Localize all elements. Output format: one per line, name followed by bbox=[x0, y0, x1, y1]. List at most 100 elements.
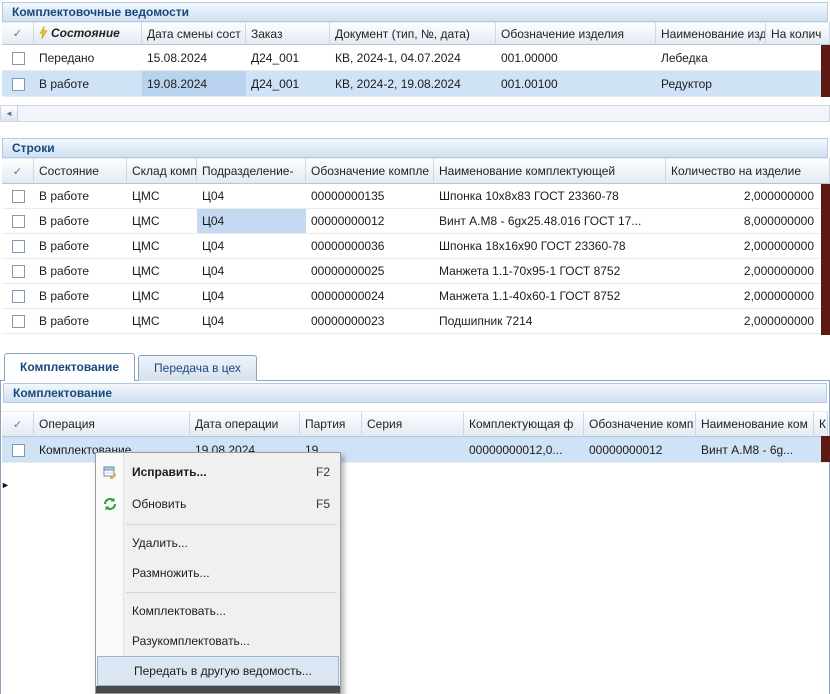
col-component-code[interactable]: Обозначение компле bbox=[306, 158, 434, 184]
cell-state[interactable]: Передано bbox=[34, 45, 142, 71]
cell-date-focused[interactable]: 19.08.2024 bbox=[142, 71, 246, 97]
cell-warehouse[interactable]: ЦМС bbox=[127, 309, 197, 334]
col-quantity-clipped[interactable]: На колич bbox=[766, 22, 830, 45]
menu-item-duplicate[interactable]: Размножить... bbox=[96, 558, 340, 588]
cell-department[interactable]: Ц04 bbox=[197, 309, 306, 334]
tab-komplektovanie[interactable]: Комплектование bbox=[4, 353, 135, 381]
col-operation[interactable]: Операция bbox=[34, 411, 190, 437]
col-state-change-date[interactable]: Дата смены сост bbox=[142, 22, 246, 45]
cell-state[interactable]: В работе bbox=[34, 259, 127, 284]
cell-product-name[interactable]: Редуктор bbox=[656, 71, 766, 97]
cell-order[interactable]: Д24_001 bbox=[246, 45, 330, 71]
cell-order[interactable]: Д24_001 bbox=[246, 71, 330, 97]
cell-component-code[interactable]: 00000000025 bbox=[306, 259, 434, 284]
col-series[interactable]: Серия bbox=[362, 411, 464, 437]
cell-warehouse[interactable]: ЦМС bbox=[127, 259, 197, 284]
cell-qty[interactable]: 2,000000000 bbox=[666, 259, 830, 284]
cell-state[interactable]: В работе bbox=[34, 284, 127, 309]
vedomost-row[interactable]: Передано 15.08.2024 Д24_001 КВ, 2024-1, … bbox=[2, 45, 830, 71]
cell-component-code[interactable]: 00000000036 bbox=[306, 234, 434, 259]
cell-warehouse[interactable]: ЦМС bbox=[127, 234, 197, 259]
cell-product-name[interactable]: Лебедка bbox=[656, 45, 766, 71]
stroka-row[interactable]: В работе ЦМС Ц04 00000000024 Манжета 1.1… bbox=[2, 284, 830, 309]
cell-component-code[interactable]: 00000000135 bbox=[306, 184, 434, 209]
cell-component-name[interactable]: Винт А.М8 - 6g... bbox=[696, 437, 814, 463]
cell-qty[interactable]: 2,000000000 bbox=[666, 284, 830, 309]
stroka-row[interactable]: В работе ЦМС Ц04 00000000023 Подшипник 7… bbox=[2, 309, 830, 334]
col-component-code[interactable]: Обозначение комп bbox=[584, 411, 696, 437]
cell-qty[interactable]: 8,000000000 bbox=[666, 209, 830, 234]
cell-component-name[interactable]: Манжета 1.1-40x60-1 ГОСТ 8752 bbox=[434, 284, 666, 309]
cell-date[interactable]: 15.08.2024 bbox=[142, 45, 246, 71]
cell-series[interactable] bbox=[362, 437, 464, 463]
cell-qty[interactable]: 2,000000000 bbox=[666, 184, 830, 209]
col-component-name[interactable]: Наименование ком bbox=[696, 411, 814, 437]
row-checkbox[interactable] bbox=[12, 190, 25, 203]
cell-component-fact[interactable]: 00000000012,0... bbox=[464, 437, 584, 463]
menu-item-komplektovat[interactable]: Комплектовать... bbox=[96, 596, 340, 626]
cell-qty[interactable]: 2,000000000 bbox=[666, 234, 830, 259]
cell-component-code[interactable]: 00000000023 bbox=[306, 309, 434, 334]
cell-state[interactable]: В работе bbox=[34, 309, 127, 334]
cell-warehouse[interactable]: ЦМС bbox=[127, 209, 197, 234]
scroll-left-button[interactable]: ◄ bbox=[1, 106, 18, 121]
row-checkbox[interactable] bbox=[12, 240, 25, 253]
tab-peredacha-v-tseh[interactable]: Передача в цех bbox=[138, 355, 257, 381]
cell-component-name[interactable]: Винт А.М8 - 6gx25.48.016 ГОСТ 17... bbox=[434, 209, 666, 234]
menu-item-delete[interactable]: Удалить... bbox=[96, 528, 340, 558]
stroka-row-current[interactable]: В работе ЦМС Ц04 00000000012 Винт А.М8 -… bbox=[2, 209, 830, 234]
menu-item-razukomplektovat[interactable]: Разукомплектовать... bbox=[96, 626, 340, 656]
col-department[interactable]: Подразделение- bbox=[197, 158, 306, 184]
cell-component-name[interactable]: Шпонка 18x16x90 ГОСТ 23360-78 bbox=[434, 234, 666, 259]
row-checkbox[interactable] bbox=[12, 444, 25, 457]
col-document[interactable]: Документ (тип, №, дата) bbox=[330, 22, 496, 45]
select-all-header[interactable]: ✓ bbox=[2, 411, 34, 437]
row-checkbox[interactable] bbox=[12, 52, 25, 65]
cell-product-code[interactable]: 001.00100 bbox=[496, 71, 656, 97]
stroka-row[interactable]: В работе ЦМС Ц04 00000000135 Шпонка 10x8… bbox=[2, 184, 830, 209]
col-product-name[interactable]: Наименование изд bbox=[656, 22, 766, 45]
col-component-name[interactable]: Наименование комплектующей bbox=[434, 158, 666, 184]
row-checkbox[interactable] bbox=[12, 265, 25, 278]
cell-department[interactable]: Ц04 bbox=[197, 284, 306, 309]
cell-product-code[interactable]: 001.00000 bbox=[496, 45, 656, 71]
vedomost-row-selected[interactable]: В работе 19.08.2024 Д24_001 КВ, 2024-2, … bbox=[2, 71, 830, 97]
cell-document[interactable]: КВ, 2024-2, 19.08.2024 bbox=[330, 71, 496, 97]
col-state[interactable]: Состояние bbox=[34, 22, 142, 45]
col-batch[interactable]: Партия bbox=[300, 411, 362, 437]
cell-component-code[interactable]: 00000000012 bbox=[306, 209, 434, 234]
horizontal-scrollbar[interactable]: ◄ bbox=[0, 105, 830, 122]
cell-state[interactable]: В работе bbox=[34, 209, 127, 234]
col-component-fact[interactable]: Комплектующая ф bbox=[464, 411, 584, 437]
col-operation-date[interactable]: Дата операции bbox=[190, 411, 300, 437]
cell-state[interactable]: В работе bbox=[34, 234, 127, 259]
row-checkbox[interactable] bbox=[12, 290, 25, 303]
row-checkbox[interactable] bbox=[12, 315, 25, 328]
stroka-row[interactable]: В работе ЦМС Ц04 00000000036 Шпонка 18x1… bbox=[2, 234, 830, 259]
col-warehouse[interactable]: Склад комп bbox=[127, 158, 197, 184]
menu-item-edit[interactable]: Исправить... F2 bbox=[96, 456, 340, 488]
select-all-header[interactable]: ✓ bbox=[2, 22, 34, 45]
cell-state[interactable]: В работе bbox=[34, 71, 142, 97]
cell-component-name[interactable]: Манжета 1.1-70x95-1 ГОСТ 8752 bbox=[434, 259, 666, 284]
col-qty-per-product[interactable]: Количество на изделие bbox=[666, 158, 830, 184]
cell-department[interactable]: Ц04 bbox=[197, 234, 306, 259]
row-checkbox[interactable] bbox=[12, 78, 25, 91]
cell-state[interactable]: В работе bbox=[34, 184, 127, 209]
cell-document[interactable]: КВ, 2024-1, 04.07.2024 bbox=[330, 45, 496, 71]
cell-component-name[interactable]: Подшипник 7214 bbox=[434, 309, 666, 334]
stroka-row[interactable]: В работе ЦМС Ц04 00000000025 Манжета 1.1… bbox=[2, 259, 830, 284]
cell-warehouse[interactable]: ЦМС bbox=[127, 184, 197, 209]
cell-department[interactable]: Ц04 bbox=[197, 259, 306, 284]
menu-item-refresh[interactable]: Обновить F5 bbox=[96, 488, 340, 520]
cell-component-code[interactable]: 00000000012 bbox=[584, 437, 696, 463]
row-checkbox[interactable] bbox=[12, 215, 25, 228]
cell-department-focused[interactable]: Ц04 bbox=[197, 209, 306, 234]
col-order[interactable]: Заказ bbox=[246, 22, 330, 45]
col-qty-clipped[interactable]: К bbox=[814, 411, 828, 437]
col-product-code[interactable]: Обозначение изделия bbox=[496, 22, 656, 45]
cell-component-code[interactable]: 00000000024 bbox=[306, 284, 434, 309]
cell-warehouse[interactable]: ЦМС bbox=[127, 284, 197, 309]
col-state[interactable]: Состояние bbox=[34, 158, 127, 184]
cell-qty[interactable]: 2,000000000 bbox=[666, 309, 830, 334]
